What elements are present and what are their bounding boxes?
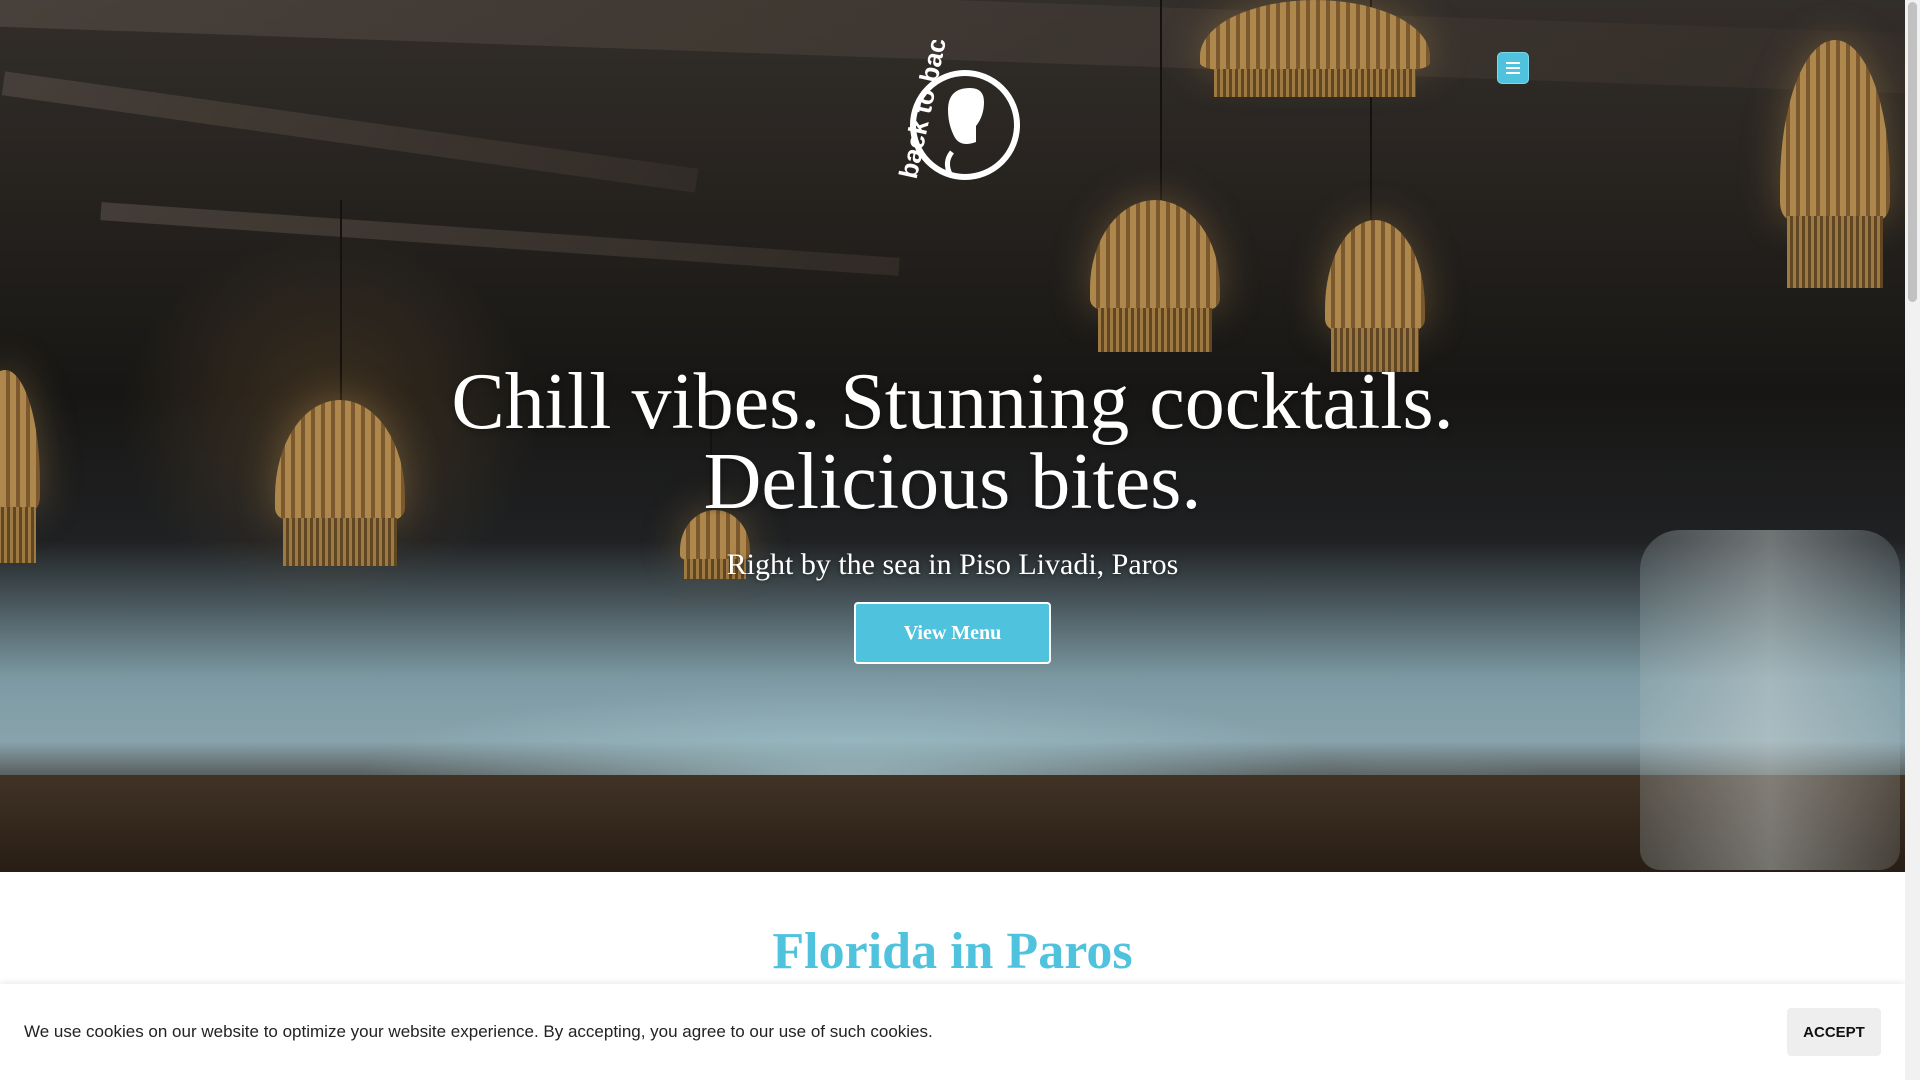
- hero-section: back to back Chill vibes. Stunning cockt…: [0, 0, 1905, 872]
- hero-headline: Chill vibes. Stunning cocktails. Delicio…: [0, 362, 1905, 522]
- back-to-back-logo[interactable]: back to back: [870, 40, 1020, 195]
- scrollbar-thumb[interactable]: [1908, 2, 1917, 302]
- accept-cookies-button[interactable]: ACCEPT: [1787, 1008, 1881, 1056]
- cookie-message: We use cookies on our website to optimiz…: [24, 1022, 933, 1041]
- hero-headline-line1: Chill vibes. Stunning cocktails.: [451, 358, 1454, 446]
- view-menu-button[interactable]: View Menu: [854, 602, 1051, 664]
- hero-subheadline: Right by the sea in Piso Livadi, Paros: [726, 548, 1179, 581]
- menu-toggle-button[interactable]: [1497, 52, 1529, 84]
- section-title: Florida in Paros: [772, 923, 1133, 980]
- hero-headline-line2: Delicious bites.: [703, 438, 1202, 526]
- hamburger-icon: [1506, 62, 1520, 74]
- cookie-banner: We use cookies on our website to optimiz…: [0, 984, 1905, 1080]
